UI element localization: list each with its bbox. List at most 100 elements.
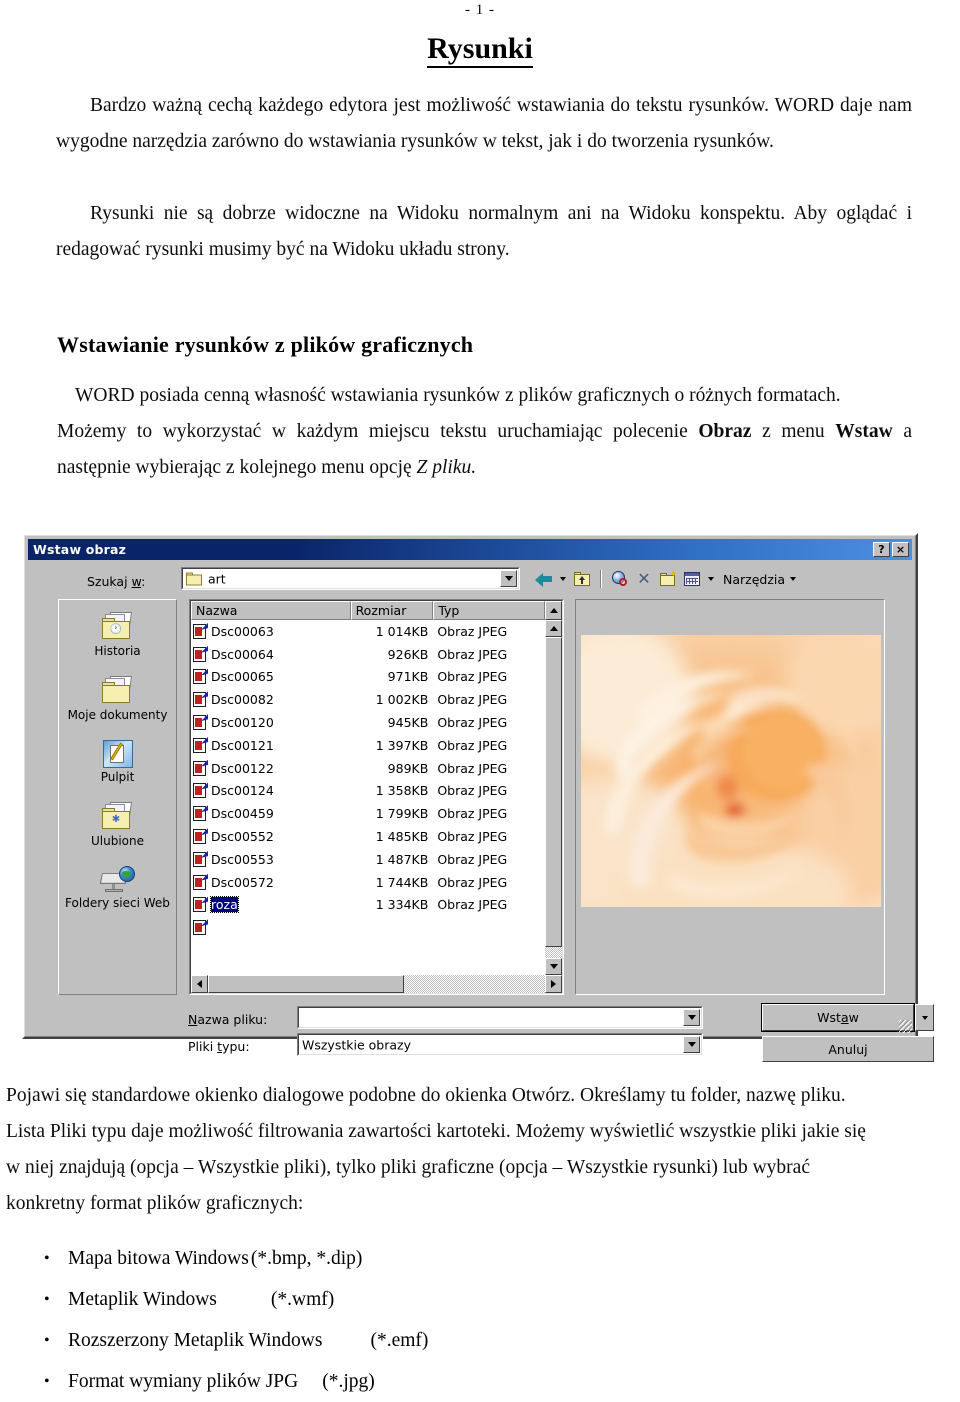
filename-label: Nazwa pliku:: [188, 1012, 268, 1027]
table-row[interactable]: Dsc00572 1 744KB Obraz JPEG: [191, 871, 545, 894]
chevron-down-icon: [504, 576, 513, 581]
sidebar-item-moje-dokumenty[interactable]: Moje dokumenty: [63, 676, 173, 722]
jpeg-file-icon: [193, 645, 208, 662]
horizontal-scrollbar[interactable]: [191, 975, 562, 993]
horizontal-scroll-track[interactable]: [208, 975, 545, 993]
file-size: 1 485KB: [375, 829, 429, 845]
up-one-level-button[interactable]: [571, 569, 593, 590]
chevron-up-icon: [549, 608, 558, 613]
file-type: Obraz JPEG: [437, 783, 508, 799]
dialog-title: Wstaw obraz: [33, 542, 127, 557]
lookin-dropdown-button[interactable]: [500, 570, 517, 587]
filetype-combobox[interactable]: Wszystkie obrazy: [297, 1033, 703, 1056]
table-row[interactable]: Dsc00121 1 397KB Obraz JPEG: [191, 734, 545, 757]
file-size: 971KB: [387, 669, 429, 685]
option-z-pliku: Z pliku.: [416, 457, 477, 478]
list-item: Mapa bitowa Windows(*.bmp, *.dip): [0, 1238, 960, 1279]
scroll-left-button[interactable]: [191, 975, 208, 993]
column-header-type[interactable]: Typ: [433, 601, 546, 620]
file-size: 1 358KB: [375, 783, 429, 799]
views-button[interactable]: [681, 569, 703, 590]
scroll-down-arrow-button[interactable]: [545, 958, 562, 975]
jpeg-file-icon: [193, 736, 208, 753]
vertical-scrollbar[interactable]: [545, 620, 562, 975]
insert-dropdown-button[interactable]: [915, 1004, 934, 1031]
sidebar-item-label: Foldery sieci Web: [65, 896, 170, 910]
insert-button[interactable]: Wstaw: [762, 1004, 914, 1031]
format-label: Metaplik Windows: [68, 1289, 217, 1310]
jpeg-file-icon: [193, 714, 208, 731]
close-icon[interactable]: ×: [892, 542, 909, 557]
file-type: Obraz JPEG: [437, 806, 508, 822]
dialog-titlebar[interactable]: Wstaw obraz ? ×: [28, 539, 912, 560]
table-row[interactable]: Dsc00082 1 002KB Obraz JPEG: [191, 688, 545, 711]
chevron-down-icon: [687, 1042, 696, 1047]
sidebar-item-ulubione[interactable]: ✱ Ulubione: [63, 802, 173, 848]
horizontal-scroll-thumb[interactable]: [208, 975, 404, 993]
new-folder-button[interactable]: ✦: [657, 569, 679, 590]
column-header-size[interactable]: Rozmiar: [350, 601, 434, 620]
file-list[interactable]: Nazwa Rozmiar Typ Dsc00063 1 014KB Obraz J…: [189, 599, 564, 995]
combo-inner-border: [182, 568, 519, 589]
file-name: Dsc00121: [211, 737, 274, 753]
sidebar-item-pulpit[interactable]: Pulpit: [63, 740, 173, 784]
file-name: Dsc00120: [211, 715, 274, 731]
file-type: Obraz JPEG: [437, 715, 508, 731]
views-dropdown-button[interactable]: [705, 569, 717, 590]
scroll-right-button[interactable]: [545, 975, 562, 993]
table-row-partial[interactable]: [191, 916, 545, 939]
table-row[interactable]: Dsc00459 1 799KB Obraz JPEG: [191, 802, 545, 825]
sidebar-item-foldery-sieci-web[interactable]: Foldery sieci Web: [63, 866, 173, 910]
tools-dropdown-button[interactable]: [787, 569, 799, 590]
file-size: 926KB: [387, 646, 429, 662]
sidebar-item-historia[interactable]: 🕐 Historia: [63, 612, 173, 658]
file-name: Dsc00122: [211, 760, 274, 776]
sidebar-item-label: Moje dokumenty: [67, 708, 168, 722]
jpeg-file-icon: [193, 668, 208, 685]
resize-grip[interactable]: [899, 1020, 912, 1033]
file-type: Obraz JPEG: [437, 692, 508, 708]
lookin-combobox[interactable]: art: [181, 567, 520, 590]
paragraph-4-line-3: w niej znajdują (opcja – Wszystkie pliki…: [6, 1157, 810, 1178]
table-row[interactable]: Dsc00122 989KB Obraz JPEG: [191, 757, 545, 780]
cancel-button[interactable]: Anuluj: [762, 1036, 934, 1062]
file-type: Obraz JPEG: [437, 829, 508, 845]
file-type: Obraz JPEG: [437, 851, 508, 867]
file-type: Obraz JPEG: [437, 760, 508, 776]
chevron-down-icon: [921, 1015, 928, 1020]
file-size: 1 487KB: [375, 851, 429, 867]
format-label: Rozszerzony Metaplik Windows: [68, 1330, 323, 1351]
tools-menu-label[interactable]: Narzędzia: [723, 572, 785, 587]
scroll-up-arrow-button[interactable]: [545, 620, 562, 637]
file-list-header: Nazwa Rozmiar Typ: [191, 601, 562, 620]
vertical-scroll-track[interactable]: [545, 637, 562, 958]
vertical-scroll-thumb[interactable]: [545, 637, 562, 947]
paragraph-2: Rysunki nie są dobrze widoczne na Widoku…: [56, 203, 912, 260]
back-button[interactable]: [533, 569, 555, 590]
table-row[interactable]: Dsc00064 926KB Obraz JPEG: [191, 643, 545, 666]
up-one-level-icon: [573, 571, 591, 587]
delete-button[interactable]: ✕: [633, 569, 655, 590]
jpeg-file-icon: [193, 759, 208, 776]
table-row-selected[interactable]: roza 1 334KB Obraz JPEG: [191, 894, 545, 917]
paragraph-3-line-2: Możemy to wykorzystać w każdym miejscu t…: [57, 421, 912, 478]
back-dropdown-button[interactable]: [557, 569, 569, 590]
table-row[interactable]: Dsc00552 1 485KB Obraz JPEG: [191, 825, 545, 848]
file-name: roza: [210, 896, 239, 914]
column-header-name[interactable]: Nazwa: [191, 601, 351, 620]
table-row[interactable]: Dsc00063 1 014KB Obraz JPEG: [191, 620, 545, 643]
table-row[interactable]: Dsc00553 1 487KB Obraz JPEG: [191, 848, 545, 871]
chevron-left-icon: [197, 980, 202, 988]
filetype-dropdown-button[interactable]: [683, 1036, 700, 1053]
scroll-up-button[interactable]: [545, 601, 562, 620]
table-row[interactable]: Dsc00120 945KB Obraz JPEG: [191, 711, 545, 734]
filename-dropdown-button[interactable]: [683, 1009, 700, 1026]
chevron-down-icon: [687, 1015, 696, 1020]
filename-combobox[interactable]: [297, 1006, 703, 1029]
table-row[interactable]: Dsc00065 971KB Obraz JPEG: [191, 666, 545, 689]
sidebar-item-label: Ulubione: [90, 834, 144, 848]
search-web-button[interactable]: [609, 569, 631, 590]
chevron-down-icon: [708, 577, 714, 581]
table-row[interactable]: Dsc00124 1 358KB Obraz JPEG: [191, 780, 545, 803]
help-button[interactable]: ?: [873, 542, 890, 557]
